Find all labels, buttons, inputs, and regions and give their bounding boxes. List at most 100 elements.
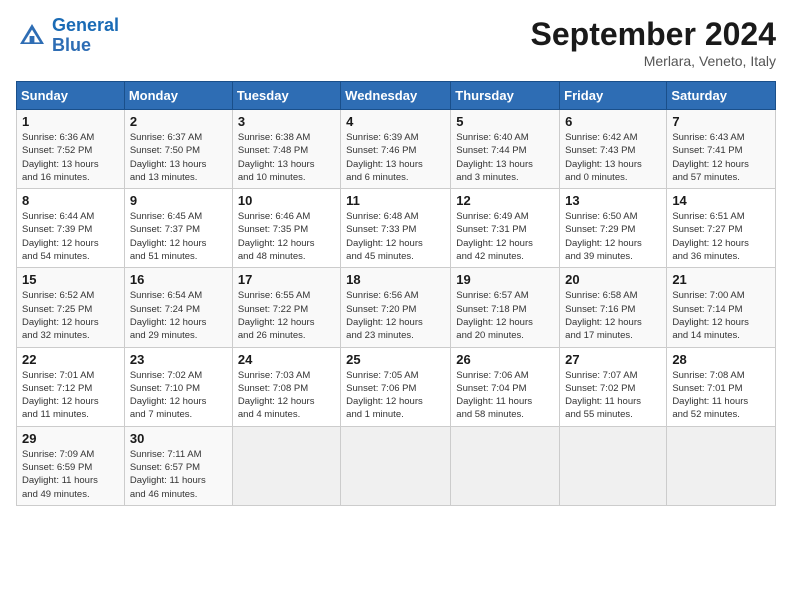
day-cell: 16 Sunrise: 6:54 AM Sunset: 7:24 PM Dayli…: [124, 268, 232, 347]
day-number: 1: [22, 114, 119, 129]
col-header-saturday: Saturday: [667, 82, 776, 110]
day-cell: 30 Sunrise: 7:11 AM Sunset: 6:57 PM Dayli…: [124, 426, 232, 505]
day-number: 5: [456, 114, 554, 129]
day-info: Sunrise: 6:40 AM Sunset: 7:44 PM Dayligh…: [456, 131, 554, 184]
day-cell: 15 Sunrise: 6:52 AM Sunset: 7:25 PM Dayli…: [17, 268, 125, 347]
day-info: Sunrise: 6:36 AM Sunset: 7:52 PM Dayligh…: [22, 131, 119, 184]
location: Merlara, Veneto, Italy: [531, 53, 776, 69]
day-info: Sunrise: 6:48 AM Sunset: 7:33 PM Dayligh…: [346, 210, 445, 263]
day-number: 9: [130, 193, 227, 208]
day-cell: 17 Sunrise: 6:55 AM Sunset: 7:22 PM Dayli…: [232, 268, 340, 347]
day-number: 13: [565, 193, 661, 208]
day-number: 29: [22, 431, 119, 446]
day-cell: 3Sunrise: 6:38 AM Sunset: 7:48 PM Daylig…: [232, 110, 340, 189]
day-info: Sunrise: 6:50 AM Sunset: 7:29 PM Dayligh…: [565, 210, 661, 263]
day-cell: 5 Sunrise: 6:40 AM Sunset: 7:44 PM Daylig…: [451, 110, 560, 189]
day-cell: 10 Sunrise: 6:46 AM Sunset: 7:35 PM Dayli…: [232, 189, 340, 268]
day-number: 23: [130, 352, 227, 367]
logo: General Blue: [16, 16, 119, 56]
day-cell: 20Sunrise: 6:58 AM Sunset: 7:16 PM Dayli…: [560, 268, 667, 347]
day-cell: 21Sunrise: 7:00 AM Sunset: 7:14 PM Dayli…: [667, 268, 776, 347]
day-info: Sunrise: 6:54 AM Sunset: 7:24 PM Dayligh…: [130, 289, 227, 342]
day-number: 15: [22, 272, 119, 287]
day-info: Sunrise: 7:07 AM Sunset: 7:02 PM Dayligh…: [565, 369, 661, 422]
day-info: Sunrise: 7:08 AM Sunset: 7:01 PM Dayligh…: [672, 369, 770, 422]
day-cell: 6 Sunrise: 6:42 AM Sunset: 7:43 PM Daylig…: [560, 110, 667, 189]
day-cell: [232, 426, 340, 505]
logo-icon: [16, 20, 48, 52]
week-row-2: 8 Sunrise: 6:44 AM Sunset: 7:39 PM Daylig…: [17, 189, 776, 268]
col-header-monday: Monday: [124, 82, 232, 110]
col-header-thursday: Thursday: [451, 82, 560, 110]
day-number: 14: [672, 193, 770, 208]
week-row-4: 22 Sunrise: 7:01 AM Sunset: 7:12 PM Dayli…: [17, 347, 776, 426]
day-number: 8: [22, 193, 119, 208]
day-number: 26: [456, 352, 554, 367]
day-info: Sunrise: 6:58 AM Sunset: 7:16 PM Dayligh…: [565, 289, 661, 342]
header: General Blue September 2024 Merlara, Ven…: [16, 16, 776, 69]
day-number: 10: [238, 193, 335, 208]
day-number: 27: [565, 352, 661, 367]
day-number: 12: [456, 193, 554, 208]
day-number: 16: [130, 272, 227, 287]
day-number: 11: [346, 193, 445, 208]
week-row-5: 29Sunrise: 7:09 AM Sunset: 6:59 PM Dayli…: [17, 426, 776, 505]
day-cell: [560, 426, 667, 505]
day-info: Sunrise: 6:45 AM Sunset: 7:37 PM Dayligh…: [130, 210, 227, 263]
day-cell: 12 Sunrise: 6:49 AM Sunset: 7:31 PM Dayli…: [451, 189, 560, 268]
title-area: September 2024 Merlara, Veneto, Italy: [531, 16, 776, 69]
day-info: Sunrise: 7:05 AM Sunset: 7:06 PM Dayligh…: [346, 369, 445, 422]
day-info: Sunrise: 7:03 AM Sunset: 7:08 PM Dayligh…: [238, 369, 335, 422]
day-number: 7: [672, 114, 770, 129]
day-number: 3: [238, 114, 335, 129]
day-cell: 14Sunrise: 6:51 AM Sunset: 7:27 PM Dayli…: [667, 189, 776, 268]
day-cell: 29Sunrise: 7:09 AM Sunset: 6:59 PM Dayli…: [17, 426, 125, 505]
day-cell: 2Sunrise: 6:37 AM Sunset: 7:50 PM Daylig…: [124, 110, 232, 189]
day-cell: 28 Sunrise: 7:08 AM Sunset: 7:01 PM Dayli…: [667, 347, 776, 426]
day-number: 22: [22, 352, 119, 367]
day-info: Sunrise: 6:49 AM Sunset: 7:31 PM Dayligh…: [456, 210, 554, 263]
day-cell: 19Sunrise: 6:57 AM Sunset: 7:18 PM Dayli…: [451, 268, 560, 347]
day-number: 28: [672, 352, 770, 367]
day-number: 24: [238, 352, 335, 367]
day-number: 17: [238, 272, 335, 287]
day-info: Sunrise: 6:46 AM Sunset: 7:35 PM Dayligh…: [238, 210, 335, 263]
day-info: Sunrise: 7:06 AM Sunset: 7:04 PM Dayligh…: [456, 369, 554, 422]
day-cell: 1 Sunrise: 6:36 AM Sunset: 7:52 PM Daylig…: [17, 110, 125, 189]
day-info: Sunrise: 6:56 AM Sunset: 7:20 PM Dayligh…: [346, 289, 445, 342]
week-row-1: 1 Sunrise: 6:36 AM Sunset: 7:52 PM Daylig…: [17, 110, 776, 189]
month-title: September 2024: [531, 16, 776, 53]
day-cell: 7Sunrise: 6:43 AM Sunset: 7:41 PM Daylig…: [667, 110, 776, 189]
day-info: Sunrise: 6:55 AM Sunset: 7:22 PM Dayligh…: [238, 289, 335, 342]
day-info: Sunrise: 6:39 AM Sunset: 7:46 PM Dayligh…: [346, 131, 445, 184]
day-info: Sunrise: 6:42 AM Sunset: 7:43 PM Dayligh…: [565, 131, 661, 184]
day-cell: 9 Sunrise: 6:45 AM Sunset: 7:37 PM Daylig…: [124, 189, 232, 268]
day-number: 6: [565, 114, 661, 129]
day-cell: 26 Sunrise: 7:06 AM Sunset: 7:04 PM Dayli…: [451, 347, 560, 426]
logo-text: General Blue: [52, 16, 119, 56]
col-header-wednesday: Wednesday: [341, 82, 451, 110]
week-row-3: 15 Sunrise: 6:52 AM Sunset: 7:25 PM Dayli…: [17, 268, 776, 347]
day-number: 2: [130, 114, 227, 129]
day-cell: [451, 426, 560, 505]
col-header-friday: Friday: [560, 82, 667, 110]
day-number: 30: [130, 431, 227, 446]
day-cell: 27 Sunrise: 7:07 AM Sunset: 7:02 PM Dayli…: [560, 347, 667, 426]
day-info: Sunrise: 6:44 AM Sunset: 7:39 PM Dayligh…: [22, 210, 119, 263]
day-cell: 22 Sunrise: 7:01 AM Sunset: 7:12 PM Dayli…: [17, 347, 125, 426]
header-row: SundayMondayTuesdayWednesdayThursdayFrid…: [17, 82, 776, 110]
day-cell: [341, 426, 451, 505]
day-cell: [667, 426, 776, 505]
day-info: Sunrise: 6:57 AM Sunset: 7:18 PM Dayligh…: [456, 289, 554, 342]
day-number: 18: [346, 272, 445, 287]
day-info: Sunrise: 7:11 AM Sunset: 6:57 PM Dayligh…: [130, 448, 227, 501]
day-info: Sunrise: 7:01 AM Sunset: 7:12 PM Dayligh…: [22, 369, 119, 422]
day-number: 25: [346, 352, 445, 367]
day-info: Sunrise: 6:52 AM Sunset: 7:25 PM Dayligh…: [22, 289, 119, 342]
day-info: Sunrise: 7:02 AM Sunset: 7:10 PM Dayligh…: [130, 369, 227, 422]
day-number: 4: [346, 114, 445, 129]
day-cell: 8 Sunrise: 6:44 AM Sunset: 7:39 PM Daylig…: [17, 189, 125, 268]
day-cell: 23 Sunrise: 7:02 AM Sunset: 7:10 PM Dayli…: [124, 347, 232, 426]
day-cell: 11 Sunrise: 6:48 AM Sunset: 7:33 PM Dayli…: [341, 189, 451, 268]
day-cell: 24 Sunrise: 7:03 AM Sunset: 7:08 PM Dayli…: [232, 347, 340, 426]
